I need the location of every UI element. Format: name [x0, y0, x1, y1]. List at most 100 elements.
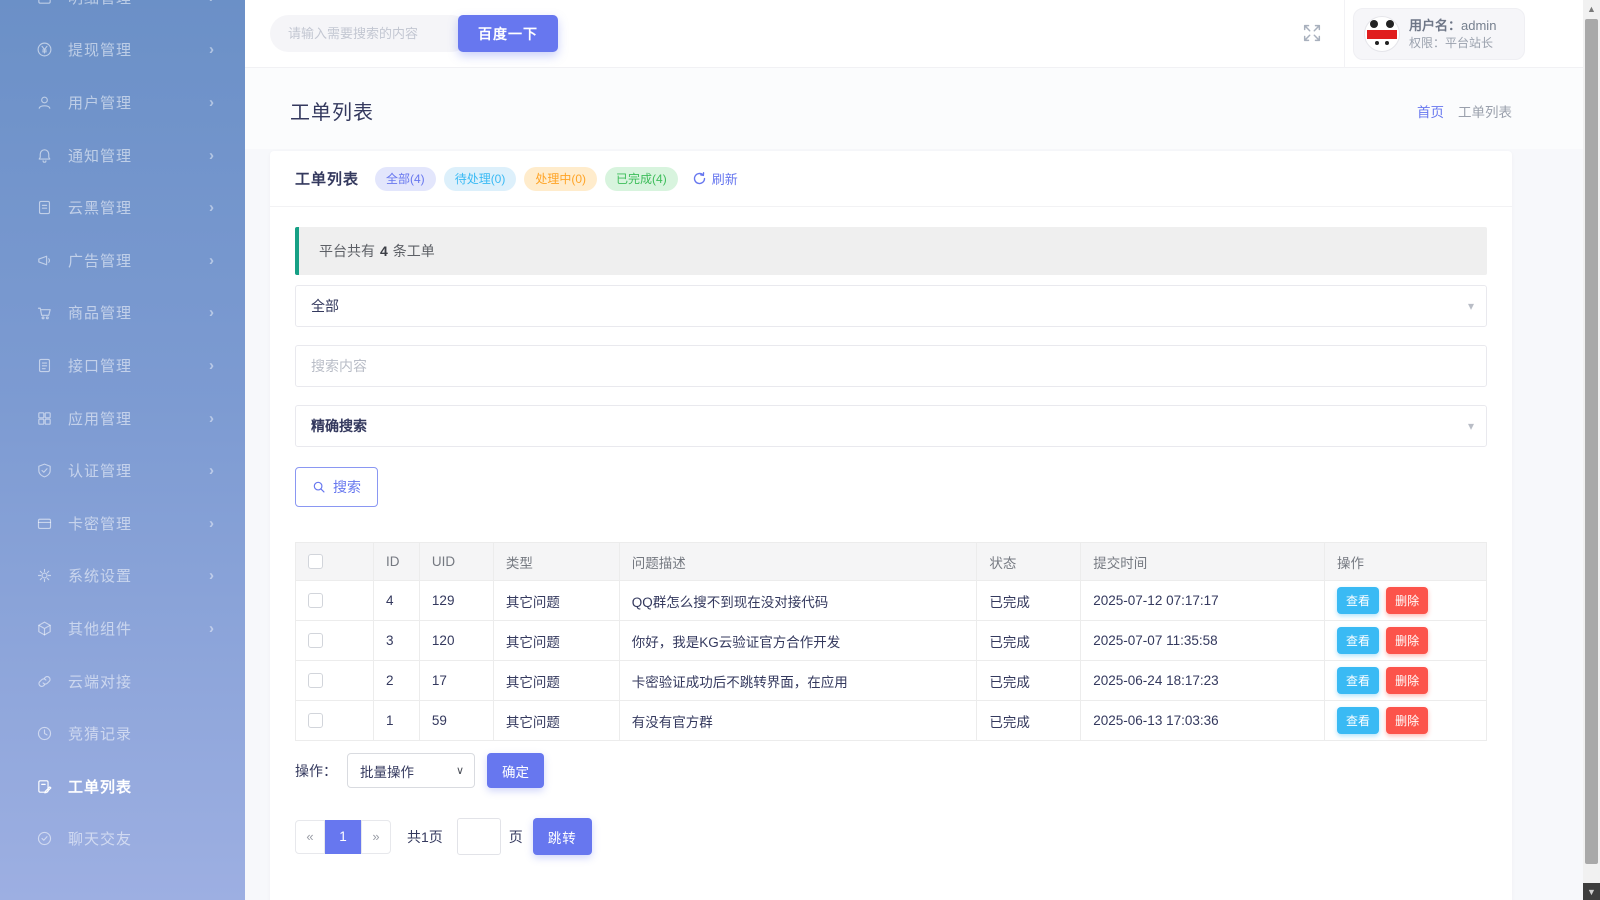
list-icon: [36, 0, 53, 6]
search-icon: [313, 481, 325, 493]
delete-button[interactable]: 删除: [1386, 667, 1429, 694]
row-checkbox[interactable]: [308, 673, 323, 689]
filter-badge-待处理(0)[interactable]: 待处理(0): [443, 166, 517, 191]
select-all-checkbox[interactable]: [308, 554, 323, 570]
cell-status: 已完成: [976, 700, 1082, 741]
role-line: 权限：平台站长: [1409, 35, 1494, 50]
table-cell: 查看 删除: [1324, 700, 1487, 741]
cell-uid-link[interactable]: 59: [418, 700, 494, 741]
row-checkbox[interactable]: [308, 593, 323, 609]
chevron-right-icon: ›: [209, 514, 215, 532]
page-title: 工单列表: [290, 102, 374, 124]
sidebar-item-商品管理[interactable]: 商品管理 ›: [0, 287, 245, 340]
view-button[interactable]: 查看: [1337, 627, 1380, 654]
sidebar-item-卡密管理[interactable]: 卡密管理 ›: [0, 497, 245, 550]
sidebar-item-认证管理[interactable]: 认证管理 ›: [0, 444, 245, 497]
card-title: 工单列表: [295, 171, 360, 188]
clock-icon: [36, 725, 53, 742]
sidebar-item-label: 用户管理: [68, 94, 133, 112]
baidu-search-button[interactable]: 百度一下: [458, 15, 558, 52]
mode-select[interactable]: 精确搜索: [295, 405, 1487, 447]
cell-id: 1: [372, 700, 420, 741]
type-select[interactable]: 全部: [295, 285, 1487, 327]
cell-description-link[interactable]: 有没有官方群: [618, 700, 978, 741]
row-checkbox[interactable]: [308, 633, 323, 649]
delete-button[interactable]: 删除: [1386, 627, 1429, 654]
workorder-table: ID UID 类型 问题描述 状态 提交时间 操作 4 129 其它问题 QQ群怎么搜…: [295, 542, 1487, 741]
sidebar-item-明细管理[interactable]: 明细管理 ›: [0, 0, 245, 24]
refresh-button[interactable]: 刷新: [692, 169, 738, 188]
browser-scrollbar[interactable]: ▲ ▼: [1583, 0, 1600, 900]
sidebar-item-通知管理[interactable]: 通知管理 ›: [0, 129, 245, 182]
current-page-button[interactable]: 1: [325, 819, 361, 854]
view-button[interactable]: 查看: [1337, 707, 1380, 734]
sidebar-item-广告管理[interactable]: 广告管理 ›: [0, 234, 245, 287]
confirm-button[interactable]: 确定: [487, 753, 544, 788]
sidebar-item-label: 接口管理: [68, 357, 133, 375]
sidebar-item-工单列表[interactable]: 工单列表: [0, 760, 245, 813]
cube-icon: [36, 620, 53, 637]
row-checkbox[interactable]: [308, 713, 323, 729]
topbar-search-group: 百度一下: [270, 15, 558, 52]
chevron-right-icon: ›: [209, 356, 215, 374]
sidebar-item-label: 明细管理: [68, 0, 132, 8]
search-button[interactable]: 搜索: [295, 467, 378, 507]
prev-page-button[interactable]: «: [295, 819, 325, 854]
username-line: 用户名：admin: [1409, 18, 1497, 34]
filter-badge-已完成(4)[interactable]: 已完成(4): [605, 166, 678, 191]
delete-button[interactable]: 删除: [1386, 707, 1429, 734]
jump-button[interactable]: 跳转: [532, 818, 592, 855]
chevron-right-icon: ›: [209, 619, 215, 637]
cell-uid-link[interactable]: 129: [418, 580, 494, 621]
delete-button[interactable]: 删除: [1386, 587, 1429, 614]
sidebar-item-应用管理[interactable]: 应用管理 ›: [0, 392, 245, 445]
view-button[interactable]: 查看: [1337, 587, 1380, 614]
topbar-search-input[interactable]: [270, 15, 470, 52]
filter-badges: 全部(4) 待处理(0) 处理中(0) 已完成(4): [375, 166, 686, 191]
scrollbar-up-arrow-icon[interactable]: ▲: [1583, 0, 1600, 17]
filter-badge-全部(4)[interactable]: 全部(4): [375, 166, 436, 191]
cell-description-link[interactable]: 卡密验证成功后不跳转界面，在应用: [618, 660, 978, 701]
cell-status: 已完成: [976, 580, 1082, 621]
sidebar-item-label: 商品管理: [68, 305, 133, 323]
cell-uid-link[interactable]: 17: [418, 660, 494, 701]
sidebar-item-竞猜记录[interactable]: 竞猜记录: [0, 707, 245, 760]
scrollbar-down-arrow-icon[interactable]: ▼: [1583, 883, 1600, 900]
sidebar-item-系统设置[interactable]: 系统设置 ›: [0, 550, 245, 603]
page-head: 工单列表 首页 工单列表: [245, 68, 1583, 149]
bulk-action-row: 操作： 批量操作 确定: [295, 753, 1487, 788]
page-jump-input[interactable]: [456, 818, 501, 855]
sidebar-item-接口管理[interactable]: 接口管理 ›: [0, 339, 245, 392]
chevron-right-icon: ›: [209, 93, 215, 111]
bulk-action-select[interactable]: 批量操作: [347, 753, 475, 788]
sidebar-item-用户管理[interactable]: 用户管理 ›: [0, 76, 245, 129]
cell-description-link[interactable]: 你好，我是KG云验证官方合作开发: [618, 620, 978, 661]
cell-uid-link[interactable]: 120: [418, 620, 494, 661]
header-checkbox-cell: [295, 542, 374, 581]
cell-description-link[interactable]: QQ群怎么搜不到现在没对接代码: [618, 580, 978, 621]
col-actions: 操作: [1324, 542, 1487, 581]
breadcrumb-home-link[interactable]: 首页: [1417, 105, 1444, 120]
sidebar-item-label: 通知管理: [68, 147, 133, 165]
avatar: [1364, 16, 1400, 52]
filter-badge-处理中(0)[interactable]: 处理中(0): [524, 166, 598, 191]
sidebar-item-提现管理[interactable]: 提现管理 ›: [0, 24, 245, 77]
fullscreen-icon[interactable]: [1301, 22, 1325, 46]
sidebar-item-其他组件[interactable]: 其他组件 ›: [0, 602, 245, 655]
total-alert: 平台共有 4 条工单: [295, 227, 1487, 275]
user-menu[interactable]: 用户名：admin 权限：平台站长: [1353, 8, 1525, 60]
scrollbar-thumb[interactable]: [1585, 19, 1598, 864]
table-cell: [295, 580, 374, 621]
cell-type: 其它问题: [492, 700, 620, 741]
cell-type: 其它问题: [492, 580, 620, 621]
cell-id: 2: [372, 660, 420, 701]
sidebar-item-聊天交友[interactable]: 聊天交友: [0, 813, 245, 866]
sidebar-item-label: 卡密管理: [68, 515, 133, 533]
view-button[interactable]: 查看: [1337, 667, 1380, 694]
sidebar-item-云黑管理[interactable]: 云黑管理 ›: [0, 181, 245, 234]
cell-id: 4: [372, 580, 420, 621]
keyword-input[interactable]: [311, 358, 1471, 374]
sidebar-item-云端对接[interactable]: 云端对接: [0, 655, 245, 708]
next-page-button[interactable]: »: [361, 819, 391, 854]
cell-time: 2025-07-12 07:17:17: [1080, 580, 1326, 621]
